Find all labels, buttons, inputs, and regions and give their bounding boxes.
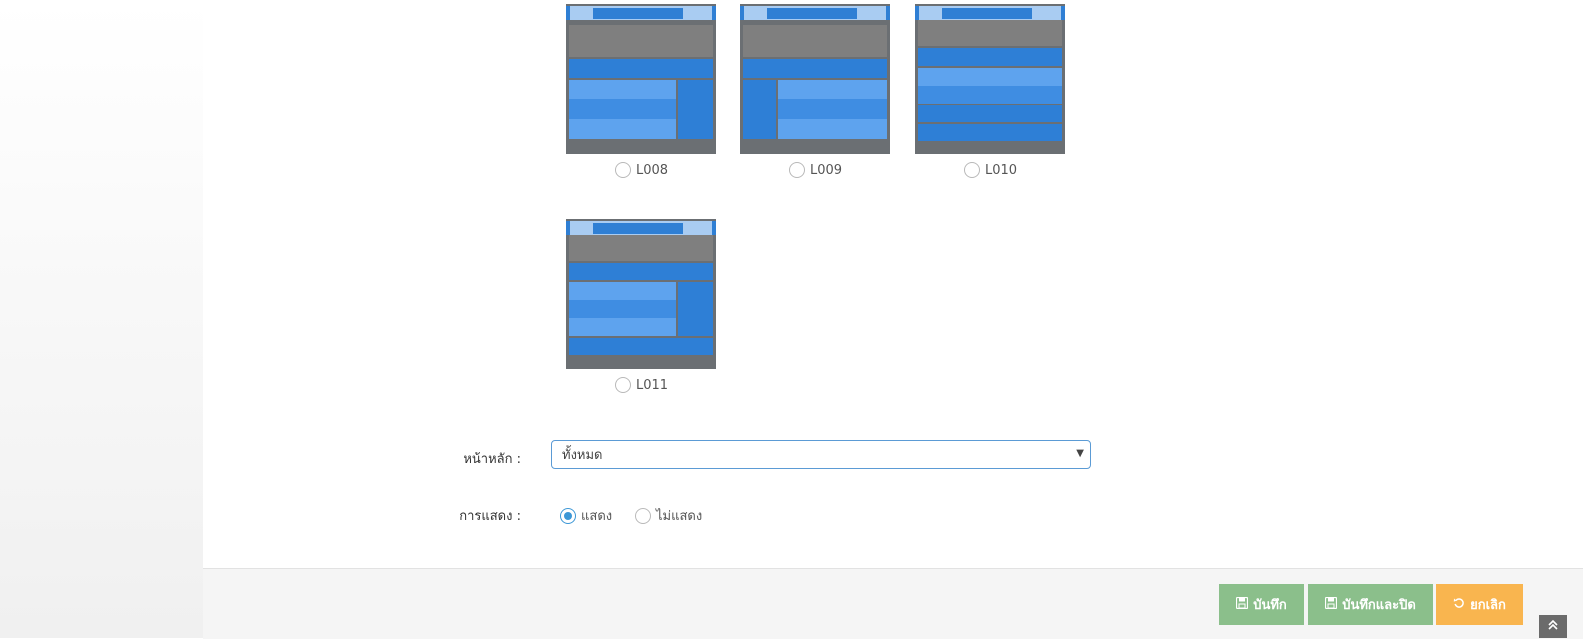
layout-preview-image[interactable]: [740, 4, 890, 154]
layout-label: L011: [636, 377, 669, 393]
homepage-label: หน้าหลัก :: [463, 452, 521, 467]
preview-row: [918, 86, 1062, 104]
preview-sidebar: [678, 80, 713, 139]
layout-preview-image[interactable]: [566, 219, 716, 369]
preview-row: [918, 105, 1062, 122]
layout-thumb-l011[interactable]: [566, 219, 716, 369]
preview-row: [918, 48, 1062, 66]
layout-preview-image[interactable]: [915, 4, 1065, 154]
preview-band: [569, 263, 713, 280]
preview-hero: [569, 25, 713, 57]
preview-sidebar: [743, 80, 776, 139]
double-chevron-up-icon: [1547, 619, 1559, 634]
floppy-disk-icon: [1325, 596, 1338, 612]
radio-button[interactable]: [635, 507, 651, 524]
homepage-select[interactable]: ทั้งหมด ▼: [551, 440, 1091, 469]
preview-footer: [915, 141, 1065, 154]
display-label: การแสดง :: [459, 509, 521, 524]
homepage-selected-value: ทั้งหมด: [562, 448, 603, 463]
save-button-label: บันทึก: [1253, 598, 1287, 613]
preview-hero: [743, 25, 887, 57]
radio-button[interactable]: [615, 377, 631, 393]
cancel-button-label: ยกเลิก: [1470, 598, 1506, 613]
scroll-to-top-button[interactable]: [1539, 615, 1567, 638]
display-hide-option[interactable]: ไม่แสดง: [635, 505, 702, 526]
preview-row: [569, 282, 676, 300]
preview-row: [569, 119, 676, 139]
left-sidebar-area: [0, 0, 203, 638]
preview-row: [778, 99, 887, 119]
preview-row: [918, 124, 1062, 141]
preview-band: [569, 338, 713, 355]
preview-nav-center: [593, 8, 683, 19]
save-and-close-label: บันทึกและปิด: [1342, 598, 1416, 613]
layout-radio-l009[interactable]: L009: [789, 162, 842, 178]
preview-row: [569, 80, 676, 99]
cancel-button[interactable]: ยกเลิก: [1436, 584, 1523, 625]
preview-nav-center: [942, 8, 1032, 19]
preview-row: [569, 99, 676, 119]
preview-footer: [566, 141, 716, 154]
display-show-label: แสดง: [581, 509, 613, 524]
radio-button[interactable]: [615, 162, 631, 178]
preview-row: [569, 300, 676, 318]
preview-row: [778, 80, 887, 99]
radio-button-checked[interactable]: [560, 507, 576, 524]
floppy-disk-icon: [1236, 596, 1249, 612]
preview-footer: [740, 141, 890, 154]
preview-band: [569, 59, 713, 78]
layout-preview-image[interactable]: [566, 4, 716, 154]
preview-row: [569, 318, 676, 336]
preview-footer: [566, 356, 716, 369]
layout-label: L009: [810, 162, 843, 178]
undo-icon: [1453, 597, 1465, 612]
save-and-close-button[interactable]: บันทึกและปิด: [1308, 584, 1433, 625]
display-show-option[interactable]: แสดง: [560, 505, 612, 526]
layout-label: L008: [636, 162, 669, 178]
layout-thumb-l008[interactable]: [566, 4, 716, 154]
layout-radio-l010[interactable]: L010: [964, 162, 1017, 178]
main-content: [203, 0, 1583, 570]
layout-radio-l011[interactable]: L011: [615, 377, 668, 393]
preview-nav-center: [593, 223, 683, 234]
radio-button[interactable]: [964, 162, 980, 178]
radio-button[interactable]: [789, 162, 805, 178]
preview-band: [743, 59, 887, 78]
save-button[interactable]: บันทึก: [1219, 584, 1304, 625]
preview-hero: [918, 20, 1062, 46]
layout-thumb-l009[interactable]: [740, 4, 890, 154]
layout-thumb-l010[interactable]: [915, 4, 1065, 154]
chevron-down-icon: ▼: [1076, 448, 1084, 459]
preview-row: [918, 68, 1062, 86]
preview-hero: [569, 235, 713, 261]
preview-row: [778, 119, 887, 139]
preview-sidebar: [678, 282, 713, 336]
layout-radio-l008[interactable]: L008: [615, 162, 668, 178]
display-hide-label: ไม่แสดง: [656, 509, 703, 524]
layout-label: L010: [985, 162, 1018, 178]
preview-nav-center: [767, 8, 857, 19]
